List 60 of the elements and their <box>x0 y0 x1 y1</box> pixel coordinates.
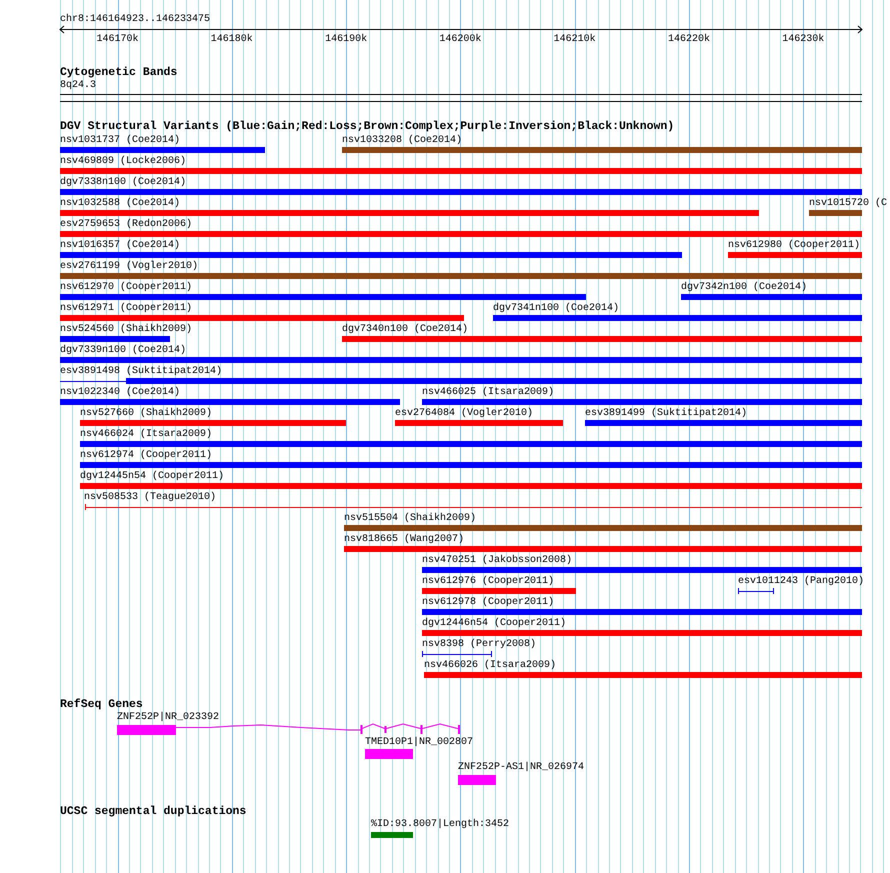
variant-label: esv2764084 (Vogler2010) <box>395 408 534 419</box>
variant-label: nsv515504 (Shaikh2009) <box>344 513 476 524</box>
variant-label: nsv612980 (Cooper2011) <box>728 240 860 251</box>
variant-label: nsv470251 (Jakobsson2008) <box>422 555 572 566</box>
variant-label: nsv1022340 (Coe2014) <box>60 387 180 398</box>
tick-label: 146190k <box>325 34 368 46</box>
variant-label: dgv7341n100 (Coe2014) <box>493 303 620 314</box>
variant-label: nsv612974 (Cooper2011) <box>80 450 212 461</box>
tick-label: 146180k <box>210 34 253 46</box>
tick-label: 146170k <box>96 34 138 46</box>
variant-span[interactable] <box>422 651 492 657</box>
variant-label: nsv8398 (Perry2008) <box>422 639 536 650</box>
variant-span[interactable] <box>85 504 862 510</box>
variant-label: nsv1033208 (Coe2014) <box>342 135 462 146</box>
gene-label: ZNF252P|NR_023392 <box>117 712 220 724</box>
gene-label: ZNF252P-AS1|NR_026974 <box>458 762 584 774</box>
variant-label: dgv12446n54 (Cooper2011) <box>422 618 566 629</box>
tick-label: 146200k <box>439 34 482 46</box>
cytoband-bar[interactable] <box>60 94 862 102</box>
variant-label: dgv7339n100 (Coe2014) <box>60 345 186 356</box>
track-title: UCSC segmental duplications <box>60 805 246 819</box>
variant-label: nsv1031737 (Coe2014) <box>60 135 180 146</box>
duplication-label: %ID:93.8007|Length:3452 <box>371 819 510 831</box>
variant-label: esv2759653 (Redon2006) <box>60 219 192 230</box>
variant-label: nsv466025 (Itsara2009) <box>422 387 554 398</box>
variant-label: esv1011243 (Pang2010) <box>738 576 864 587</box>
variant-label: nsv466024 (Itsara2009) <box>80 429 212 440</box>
gene-label: TMED10P1|NR_002807 <box>365 737 474 749</box>
variant-label: esv3891499 (Suktitipat2014) <box>585 408 748 419</box>
variant-label: nsv524560 (Shaikh2009) <box>60 324 192 335</box>
variant-label: nsv1015720 (C <box>809 198 888 209</box>
location-label: chr8:146164923..146233475 <box>60 14 210 26</box>
variant-label: nsv818665 (Wang2007) <box>344 534 464 545</box>
variant-label: nsv1016357 (Coe2014) <box>60 240 180 251</box>
variant-label: nsv469809 (Locke2006) <box>60 156 186 167</box>
variant-label: nsv466026 (Itsara2009) <box>424 660 556 671</box>
tick-label: 146220k <box>668 34 710 46</box>
variant-label: dgv12445n54 (Cooper2011) <box>80 471 224 482</box>
variant-label: nsv612978 (Cooper2011) <box>422 597 554 608</box>
variant-span[interactable] <box>738 588 774 594</box>
duplication-bar[interactable] <box>371 832 413 838</box>
variant-label: nsv612976 (Cooper2011) <box>422 576 554 587</box>
variant-bar[interactable] <box>60 378 862 384</box>
track-title: DGV Structural Variants (Blue:Gain;Red:Loss;Brown:Complex;Purple:Inversion;Black:Unknown) <box>60 120 674 134</box>
track-title: RefSeq Genes <box>60 698 143 712</box>
track-title: Cytogenetic Bands <box>60 66 178 80</box>
variant-label: nsv612970 (Cooper2011) <box>60 282 192 293</box>
variant-label: nsv527660 (Shaikh2009) <box>80 408 212 419</box>
tick-label: 146210k <box>554 34 596 46</box>
variant-label: dgv7338n100 (Coe2014) <box>60 177 186 188</box>
variant-label: nsv508533 (Teague2010) <box>84 492 216 503</box>
variant-label: dgv7342n100 (Coe2014) <box>681 282 808 293</box>
variant-label: nsv612971 (Cooper2011) <box>60 303 192 314</box>
variant-label: dgv7340n100 (Coe2014) <box>342 324 468 335</box>
variant-label: esv2761199 (Vogler2010) <box>60 261 198 272</box>
gene-model[interactable] <box>116 722 462 737</box>
variant-label: nsv1032588 (Coe2014) <box>60 198 180 209</box>
variant-label: esv3891498 (Suktitipat2014) <box>60 366 222 377</box>
tick-label: 146230k <box>782 34 824 46</box>
band-label: 8q24.3 <box>60 80 96 92</box>
